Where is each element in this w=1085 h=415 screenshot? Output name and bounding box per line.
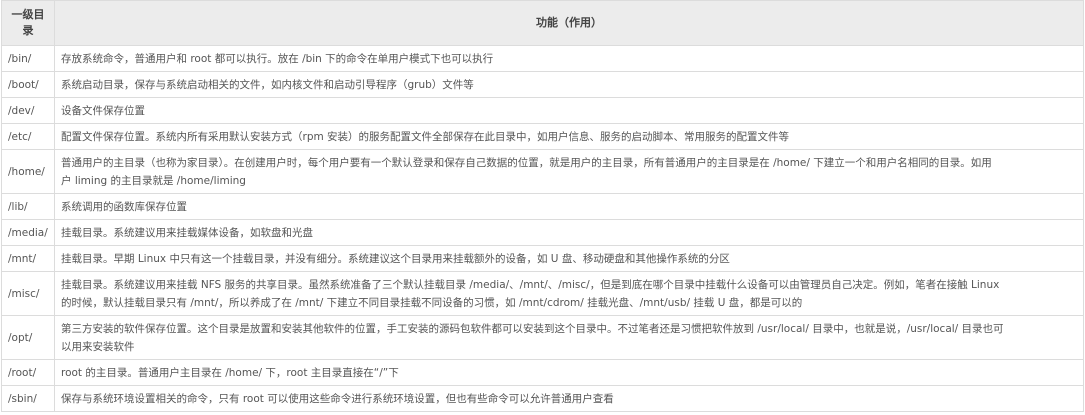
directory-cell: /root/ — [1, 359, 55, 386]
description-line: 存放系统命令，普通用户和 root 都可以执行。放在 /bin 下的命令在单用户… — [61, 52, 494, 65]
description-cell: 配置文件保存位置。系统内所有采用默认安装方式（rpm 安装）的服务配置文件全部保… — [54, 123, 1084, 150]
description-line: root 的主目录。普通用户主目录在 /home/ 下，root 主目录直接在“… — [61, 366, 399, 379]
description-line: 系统启动目录，保存与系统启动相关的文件，如内核文件和启动引导程序（grub）文件… — [61, 78, 474, 91]
description-cell: 存放系统命令，普通用户和 root 都可以执行。放在 /bin 下的命令在单用户… — [54, 45, 1084, 72]
description-cell: 挂载目录。系统建议用来挂载 NFS 服务的共享目录。虽然系统准备了三个默认挂载目… — [54, 271, 1084, 316]
description-line: 配置文件保存位置。系统内所有采用默认安装方式（rpm 安装）的服务配置文件全部保… — [61, 130, 790, 143]
header-function: 功能（作用） — [54, 0, 1084, 46]
directory-cell: /home/ — [1, 149, 55, 194]
table-row: /root/root 的主目录。普通用户主目录在 /home/ 下，root 主… — [1, 359, 1084, 386]
table-row: /media/挂载目录。系统建议用来挂载媒体设备，如软盘和光盘 — [1, 219, 1084, 246]
table-row: /misc/挂载目录。系统建议用来挂载 NFS 服务的共享目录。虽然系统准备了三… — [1, 271, 1084, 316]
table-row: /boot/系统启动目录，保存与系统启动相关的文件，如内核文件和启动引导程序（g… — [1, 71, 1084, 98]
description-line: 保存与系统环境设置相关的命令，只有 root 可以使用这些命令进行系统环境设置，… — [61, 392, 614, 405]
description-cell: 挂载目录。早期 Linux 中只有这一个挂载目录，并没有细分。系统建议这个目录用… — [54, 245, 1084, 272]
description-cell: 普通用户的主目录（也称为家目录）。在创建用户时，每个用户要有一个默认登录和保存自… — [54, 149, 1084, 194]
table-row: /dev/设备文件保存位置 — [1, 97, 1084, 124]
description-cell: 系统调用的函数库保存位置 — [54, 193, 1084, 220]
description-line: 第三方安装的软件保存位置。这个目录是放置和安装其他软件的位置，手工安装的源码包软… — [61, 322, 1004, 335]
directory-cell: /mnt/ — [1, 245, 55, 272]
directory-cell: /bin/ — [1, 45, 55, 72]
directory-cell: /boot/ — [1, 71, 55, 98]
description-cell: 系统启动目录，保存与系统启动相关的文件，如内核文件和启动引导程序（grub）文件… — [54, 71, 1084, 98]
directory-cell: /dev/ — [1, 97, 55, 124]
table-header-row: 一级目录 功能（作用） — [1, 0, 1084, 46]
description-line: 系统调用的函数库保存位置 — [61, 200, 187, 213]
description-cell: 第三方安装的软件保存位置。这个目录是放置和安装其他软件的位置，手工安装的源码包软… — [54, 315, 1084, 360]
description-line: 挂载目录。系统建议用来挂载 NFS 服务的共享目录。虽然系统准备了三个默认挂载目… — [61, 278, 1000, 291]
table-row: /sbin/保存与系统环境设置相关的命令，只有 root 可以使用这些命令进行系… — [1, 385, 1084, 412]
linux-directory-table: 一级目录 功能（作用） /bin/存放系统命令，普通用户和 root 都可以执行… — [1, 0, 1084, 412]
description-cell: 挂载目录。系统建议用来挂载媒体设备，如软盘和光盘 — [54, 219, 1084, 246]
description-line: 的时候，默认挂载目录只有 /mnt/，所以养成了在 /mnt/ 下建立不同目录挂… — [61, 296, 803, 309]
description-cell: 设备文件保存位置 — [54, 97, 1084, 124]
table-row: /lib/系统调用的函数库保存位置 — [1, 193, 1084, 220]
description-line: 挂载目录。早期 Linux 中只有这一个挂载目录，并没有细分。系统建议这个目录用… — [61, 252, 730, 265]
description-line: 普通用户的主目录（也称为家目录）。在创建用户时，每个用户要有一个默认登录和保存自… — [61, 156, 992, 169]
directory-cell: /misc/ — [1, 271, 55, 316]
directory-cell: /lib/ — [1, 193, 55, 220]
directory-cell: /opt/ — [1, 315, 55, 360]
description-cell: root 的主目录。普通用户主目录在 /home/ 下，root 主目录直接在“… — [54, 359, 1084, 386]
description-line: 设备文件保存位置 — [61, 104, 145, 117]
description-line: 户 liming 的主目录就是 /home/liming — [61, 174, 246, 187]
table-row: /home/普通用户的主目录（也称为家目录）。在创建用户时，每个用户要有一个默认… — [1, 149, 1084, 194]
table-row: /etc/配置文件保存位置。系统内所有采用默认安装方式（rpm 安装）的服务配置… — [1, 123, 1084, 150]
description-line: 以用来安装软件 — [61, 340, 135, 353]
header-directory: 一级目录 — [1, 0, 55, 46]
description-line: 挂载目录。系统建议用来挂载媒体设备，如软盘和光盘 — [61, 226, 313, 239]
directory-cell: /media/ — [1, 219, 55, 246]
directory-cell: /etc/ — [1, 123, 55, 150]
directory-cell: /sbin/ — [1, 385, 55, 412]
table-row: /bin/存放系统命令，普通用户和 root 都可以执行。放在 /bin 下的命… — [1, 45, 1084, 72]
table-row: /mnt/挂载目录。早期 Linux 中只有这一个挂载目录，并没有细分。系统建议… — [1, 245, 1084, 272]
table-row: /opt/第三方安装的软件保存位置。这个目录是放置和安装其他软件的位置，手工安装… — [1, 315, 1084, 360]
description-cell: 保存与系统环境设置相关的命令，只有 root 可以使用这些命令进行系统环境设置，… — [54, 385, 1084, 412]
